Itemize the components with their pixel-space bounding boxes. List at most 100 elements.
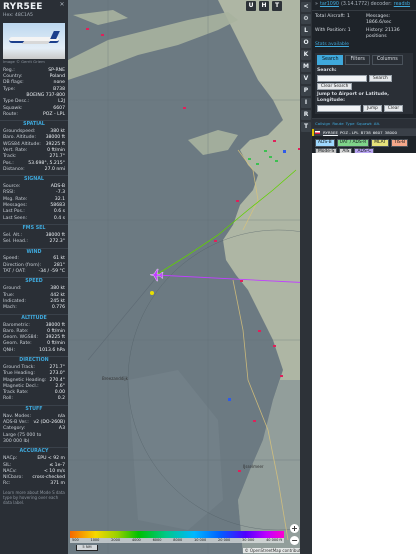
aircraft-photo[interactable]	[3, 22, 65, 59]
legend-item[interactable]: UAT / ADS-R	[336, 139, 370, 147]
left-footer: Learn more about Mode S data type by hov…	[3, 489, 65, 505]
section-accuracy: ACCURACY NACp: EPU < 92 m SIL: ≤ 1e-7 NA…	[0, 447, 68, 487]
search-controls: Search Filters Columns Search: Search Cl…	[315, 52, 413, 114]
toolbar-button-range[interactable]: R	[301, 110, 311, 120]
info-row-value: POZ - LPL	[43, 111, 65, 117]
table-empty-area	[312, 153, 416, 554]
section-title: STUFF	[0, 404, 68, 414]
messages-block: Messages: 1866.6/sec	[366, 14, 413, 26]
column-header[interactable]: Squawk	[356, 119, 373, 128]
altitude-label: 6000	[152, 538, 162, 542]
column-header[interactable]: Callsign	[314, 119, 331, 128]
info-row-key: Sel. Head.:	[3, 239, 28, 245]
tab-search[interactable]: Search	[317, 54, 344, 66]
jump-button[interactable]: Jump	[363, 104, 382, 112]
map-canvas[interactable]	[68, 0, 312, 554]
toolbar-button-info[interactable]: I	[301, 98, 311, 108]
search-input[interactable]	[317, 75, 367, 83]
toolbar-button-kml[interactable]: K	[301, 50, 311, 60]
cell-squawk: 6607	[372, 130, 383, 136]
aircraft-callsign: RYR5EE	[3, 2, 43, 12]
flag-icon	[314, 130, 322, 135]
search-button[interactable]: Search	[369, 75, 392, 83]
legend-item[interactable]: ADS-B	[315, 139, 335, 147]
cell-type: B738	[360, 130, 371, 136]
info-row-value: 1013.6 hPa	[39, 347, 65, 353]
info-row-value: 0.4 s	[53, 215, 65, 221]
messages-label: Messages:	[366, 14, 391, 19]
info-row: Sel. Head.: 272.3°	[0, 239, 68, 245]
collapse-icon[interactable]: »	[315, 2, 318, 8]
cell-callsign[interactable]: RYR5EE	[322, 130, 339, 135]
table-row[interactable]: RYR5EE POZ - LPL B738 6607 38000	[312, 129, 416, 137]
decoder-link[interactable]: readsb	[394, 2, 410, 8]
clear-search-button[interactable]: Clear Search	[317, 83, 353, 91]
toolbar-button-labels[interactable]: L	[301, 26, 311, 36]
altitude-legend-labels: 500 1000 2000 4000 6000 8000 10 000 20 000 30 00…	[70, 538, 284, 543]
info-row-key: Roll:	[3, 396, 13, 402]
zoom-in-button[interactable]: +	[290, 524, 299, 533]
control-tabs: Search Filters Columns	[317, 54, 411, 66]
aircraft-hex: Hex: 48C1A5	[3, 13, 33, 19]
info-row-key: Route:	[3, 111, 18, 117]
altitude-label: 10 000	[193, 538, 207, 542]
section-title: SPATIAL	[0, 120, 68, 129]
info-row: Last Seen: 0.4 s	[0, 216, 68, 222]
tab-filters[interactable]: Filters	[345, 54, 370, 66]
jump-input[interactable]	[317, 104, 361, 112]
info-row-value: -34 / -59 °C	[38, 269, 65, 275]
toolbar-button-multi-select[interactable]: M	[301, 62, 311, 72]
toolbar-button-settings[interactable]: ⚙	[301, 14, 311, 24]
close-icon[interactable]: ✕	[59, 2, 65, 8]
cell-alt: 38000	[384, 130, 397, 136]
info-row: Distance: 27.0 nmi	[0, 167, 68, 173]
type-info: Type Desc.: L2J Squawk: 6607 Route: POZ …	[0, 99, 68, 118]
info-row: Route: POZ - LPL	[0, 112, 68, 118]
column-header[interactable]: Alt.	[373, 119, 382, 128]
map-button-h[interactable]: H	[259, 1, 269, 11]
section-stuff: STUFF Nav. Modes: n/a ADS-B Ver.: v2 (DO…	[0, 404, 68, 445]
section-title: DIRECTION	[0, 356, 68, 365]
stats-link[interactable]: Stats available	[315, 42, 362, 48]
total-aircraft: Total Aircraft: 1	[315, 14, 350, 19]
map-button-u[interactable]: U	[246, 1, 256, 11]
side-toolbar: < ⚙ L O K M V P I R T	[300, 0, 312, 554]
column-header[interactable]: Route	[331, 119, 344, 128]
info-row: TAT / OAT: -34 / -59 °C	[0, 269, 68, 275]
toolbar-button-view[interactable]: V	[301, 74, 311, 84]
section-title: FMS SEL	[0, 223, 68, 233]
place-label: IJsselmeer	[243, 464, 264, 469]
section-wind: WIND Speed: 61 kt Direction (from): 281°…	[0, 247, 68, 276]
info-row-key: Mach:	[3, 305, 17, 311]
map-quick-buttons: U H T	[246, 1, 282, 11]
info-row-value: 27.0 nmi	[44, 166, 65, 172]
altitude-label: 2000	[111, 538, 121, 542]
toolbar-button-track[interactable]: O	[301, 38, 311, 48]
history-unit: positions	[366, 33, 387, 39]
info-row: QNH: 1013.6 hPa	[0, 348, 68, 354]
with-position: With Position: 1	[315, 27, 351, 33]
tab-columns[interactable]: Columns	[371, 54, 403, 66]
section-speed: SPEED Ground: 380 kt True: 442 kt Indica…	[0, 277, 68, 311]
altitude-label: 20 000	[218, 538, 231, 542]
info-row: Mach: 0.776	[0, 305, 68, 311]
toolbar-button-table[interactable]: T	[301, 122, 311, 132]
info-row-value: 371 m	[50, 481, 65, 487]
toolbar-button-persistence[interactable]: P	[301, 86, 311, 96]
legend-item[interactable]: MLAT	[371, 139, 389, 147]
history-block: History: 21136 positions	[366, 28, 413, 40]
info-row-key: Type:	[3, 86, 16, 92]
zoom-out-button[interactable]: −	[290, 536, 299, 545]
column-header[interactable]: Type	[345, 119, 356, 128]
section-direction: DIRECTION Ground Track: 271.7° True Head…	[0, 356, 68, 403]
aircraft-table: Callsign Route Type Squawk Alt. RYR5EE POZ -…	[312, 117, 416, 137]
altitude-color-legend	[70, 531, 284, 538]
toolbar-button-collapse[interactable]: <	[301, 2, 311, 12]
tar1090-link[interactable]: tar1090	[320, 2, 339, 8]
legend-item[interactable]: TIS-B	[390, 139, 409, 147]
table-header: Callsign Route Type Squawk Alt.	[312, 118, 416, 130]
clear-button[interactable]: Clear	[383, 104, 404, 112]
map-button-t[interactable]: T	[272, 1, 282, 11]
version-text: (3.14.1772) decoder:	[340, 1, 392, 7]
map-view[interactable]: Breezanddijk IJsselmeer U H T 500 1000 200…	[68, 0, 312, 554]
